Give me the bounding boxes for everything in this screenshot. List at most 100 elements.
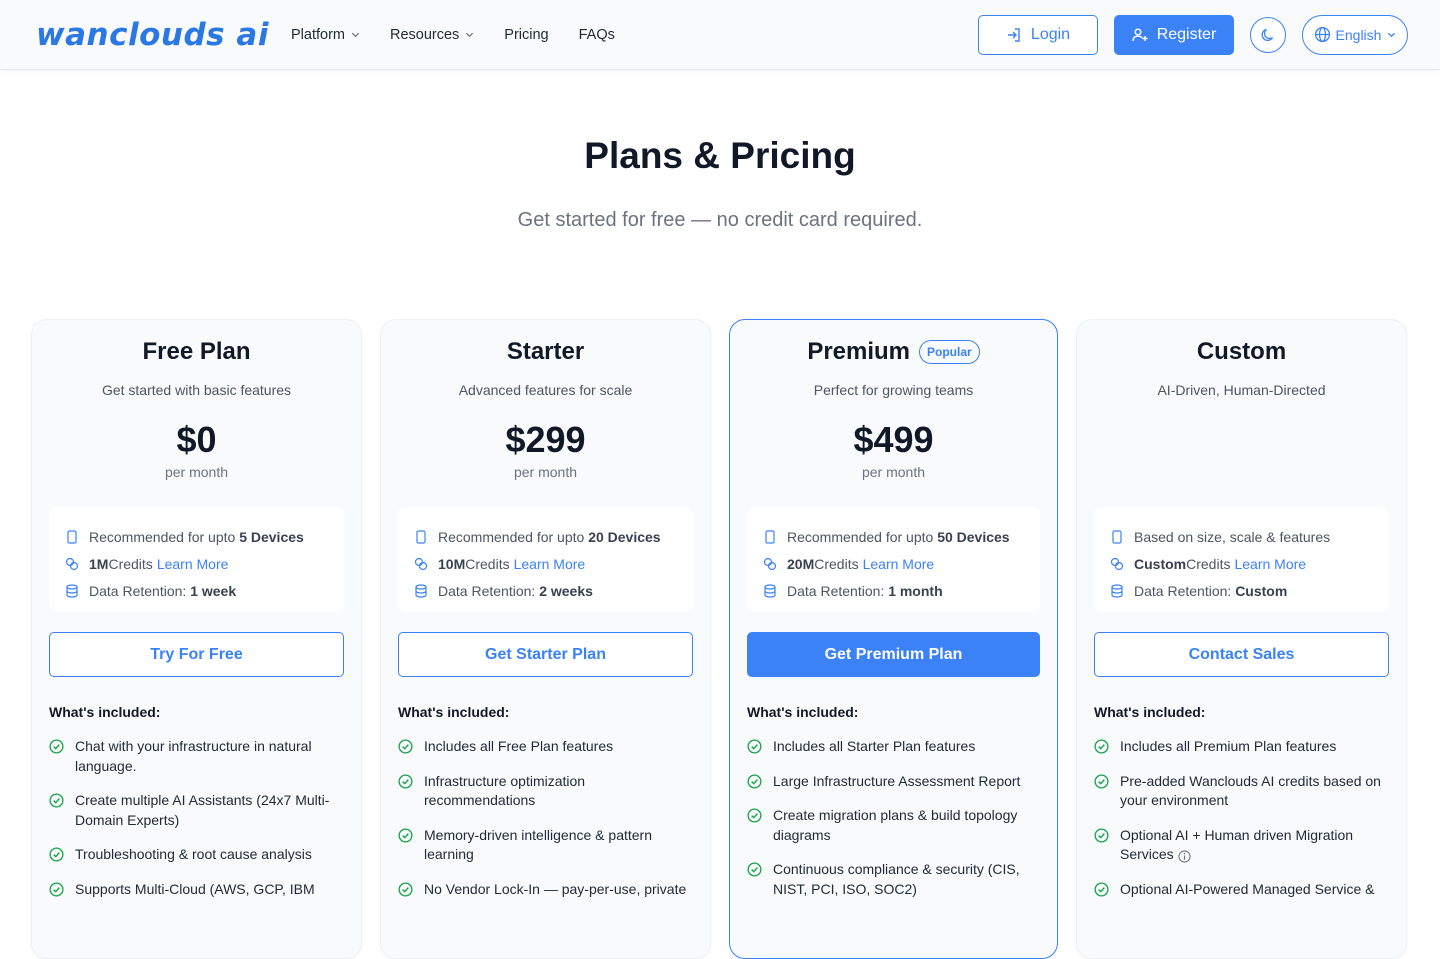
plan-name: Custom [1196, 338, 1287, 365]
page-subtitle: Get started for free — no credit card re… [517, 209, 923, 231]
plan-header: Starter [398, 338, 693, 365]
feature-text: Continuous compliance & security (CIS, N… [773, 861, 1020, 897]
register-label: Register [1156, 25, 1217, 43]
spec-devices: Based on size, scale & features [1110, 523, 1373, 550]
language-select[interactable]: English [1302, 14, 1408, 55]
database-icon [66, 583, 78, 598]
plan-specs: Based on size, scale & features Custom C… [1094, 507, 1389, 612]
database-icon [1111, 583, 1123, 598]
coins-icon [65, 557, 79, 570]
plan-period [1094, 464, 1389, 482]
feature-list: Includes all Premium Plan features Pre-a… [1094, 737, 1389, 899]
plan-description: AI-Driven, Human-Directed [1157, 382, 1326, 398]
spec-devices-prefix: Recommended for upto [438, 528, 585, 545]
pricing-cards: Free Plan Get started with basic feature… [31, 319, 1407, 959]
spec-credits-value: 10M [438, 555, 466, 572]
feature-item: No Vendor Lock-In — pay-per-use, private [398, 880, 693, 900]
check-circle-icon [49, 739, 64, 754]
spec-devices-value: 5 Devices [239, 528, 304, 545]
learn-more-link[interactable]: Learn More [157, 556, 229, 572]
spec-retention-prefix: Data Retention: [1134, 582, 1232, 599]
wanclouds-logo[interactable]: wanclouds ai [36, 17, 269, 53]
get-premium-plan-button[interactable]: Get Premium Plan [747, 632, 1040, 677]
check-circle-icon [1094, 773, 1109, 789]
user-plus-icon [1132, 28, 1148, 41]
feature-item: Infrastructure optimization recommendati… [398, 772, 693, 811]
feature-list: Chat with your infrastructure in natural… [49, 737, 344, 899]
nav-pricing-label: Pricing [504, 26, 549, 43]
spec-credits-value: 20M [787, 555, 815, 572]
nav-pricing[interactable]: Pricing [504, 27, 548, 43]
learn-more-link[interactable]: Learn More [863, 556, 935, 572]
theme-toggle-button[interactable] [1250, 16, 1286, 53]
feature-text: Optional AI + Human driven Migration Ser… [1120, 826, 1354, 863]
globe-icon [1314, 26, 1330, 43]
learn-more-link[interactable]: Learn More [1234, 556, 1306, 572]
plan-price: $299 [505, 419, 586, 460]
info-icon[interactable] [1178, 850, 1191, 863]
feature-item: Create migration plans & build topology … [747, 806, 1040, 845]
spec-retention-value: Custom [1235, 582, 1288, 599]
device-icon [765, 529, 775, 544]
nav-faqs-label: FAQs [578, 26, 615, 43]
feature-item: Optional AI-Powered Managed Service & [1094, 880, 1389, 900]
page-title: Plans & Pricing [584, 135, 856, 176]
plan-description: Perfect for growing teams [813, 382, 974, 398]
spec-retention-prefix: Data Retention: [787, 582, 885, 599]
contact-sales-button[interactable]: Contact Sales [1094, 632, 1389, 677]
feature-list: Includes all Starter Plan features Large… [747, 737, 1040, 899]
spec-devices: Recommended for upto 50 Devices [763, 523, 1024, 550]
plan-specs: Recommended for upto 20 Devices 10M Cred… [398, 507, 693, 612]
whats-included-heading: What's included: [49, 704, 161, 720]
plan-card-free: Free Plan Get started with basic feature… [31, 319, 362, 959]
get-starter-plan-button[interactable]: Get Starter Plan [398, 632, 693, 677]
feature-item: Supports Multi-Cloud (AWS, GCP, IBM [49, 880, 344, 900]
whats-included-heading: What's included: [1094, 704, 1206, 720]
plan-header: Custom [1094, 338, 1389, 365]
plan-name: Starter [506, 338, 585, 365]
login-button[interactable]: Login [978, 14, 1098, 55]
spec-retention: Data Retention: 1 month [763, 577, 1024, 604]
spec-credits-label: Credits [108, 555, 153, 572]
plan-card-starter: Starter Advanced features for scale $299… [380, 319, 711, 959]
spec-retention-prefix: Data Retention: [438, 582, 536, 599]
spec-credits-label: Credits [465, 555, 510, 572]
plan-period: per month [861, 464, 926, 480]
spec-credits: 10M Credits Learn More [414, 550, 677, 577]
spec-retention-prefix: Data Retention: [89, 582, 187, 599]
feature-item: Troubleshooting & root cause analysis [49, 845, 344, 865]
database-icon [764, 583, 776, 598]
feature-text: Create migration plans & build topology … [773, 807, 1018, 843]
login-icon [1007, 27, 1020, 42]
feature-text: Includes all Starter Plan features [773, 738, 976, 754]
feature-item: Includes all Premium Plan features [1094, 737, 1389, 757]
nav-faqs[interactable]: FAQs [579, 27, 615, 43]
nav-resources[interactable]: Resources [390, 27, 474, 43]
nav-platform-label: Platform [290, 26, 345, 43]
spec-devices: Recommended for upto 20 Devices [414, 523, 677, 550]
check-circle-icon [747, 739, 762, 754]
check-circle-icon [747, 773, 762, 789]
chevron-down-icon [466, 32, 474, 38]
feature-item: Includes all Starter Plan features [747, 737, 1040, 757]
whats-included-heading: What's included: [398, 704, 510, 720]
popular-badge: Popular [919, 340, 980, 364]
nav-platform[interactable]: Platform [291, 27, 360, 43]
try-for-free-button[interactable]: Try For Free [49, 632, 344, 677]
plan-name: Free Plan [142, 338, 251, 365]
spec-retention: Data Retention: 1 week [65, 577, 328, 604]
plan-price: $499 [853, 419, 934, 460]
plan-description: Get started with basic features [101, 382, 292, 398]
top-navbar: wanclouds ai Platform Resources Pricing … [0, 0, 1440, 70]
spec-devices-value: 20 Devices [588, 528, 661, 545]
chevron-down-icon [1388, 32, 1396, 38]
feature-item: Optional AI + Human driven Migration Ser… [1094, 826, 1389, 865]
register-button[interactable]: Register [1114, 14, 1234, 55]
check-circle-icon [398, 881, 413, 897]
coins-icon [414, 557, 428, 570]
learn-more-link[interactable]: Learn More [514, 556, 586, 572]
login-label: Login [1030, 25, 1071, 43]
feature-item: Memory-driven intelligence & pattern lea… [398, 826, 693, 865]
plan-name: Premium [807, 338, 911, 365]
check-circle-icon [1094, 739, 1109, 754]
